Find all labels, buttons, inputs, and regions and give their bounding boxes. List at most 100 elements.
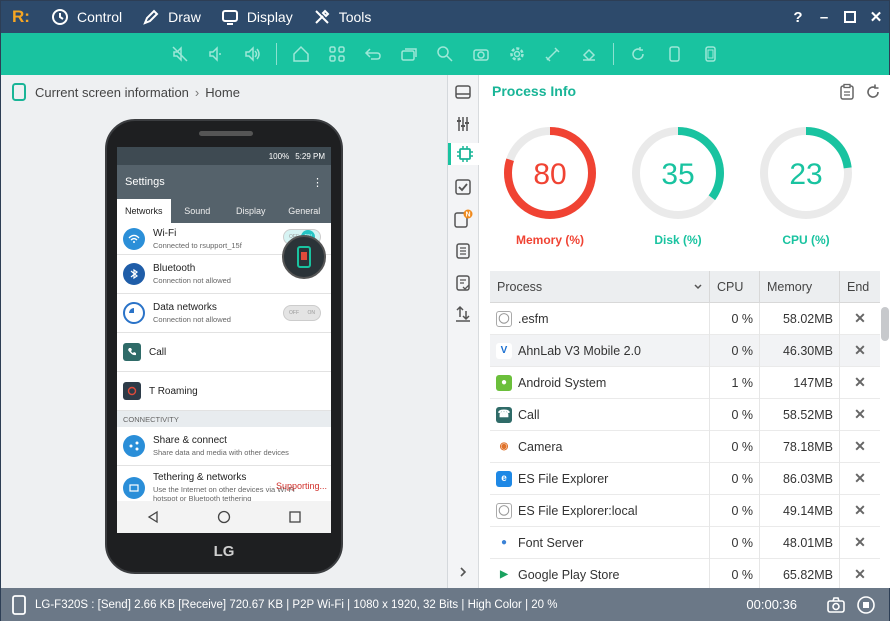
nav-recent-icon[interactable] [288,510,302,524]
status-bar: LG-F320S : [Send] 2.66 KB [Receive] 720.… [1,588,889,621]
help-button[interactable]: ? [785,1,811,33]
phone-screen[interactable]: 100% 5:29 PM Settings ⋮ Networks Sound D… [117,147,331,533]
phone-fit-icon[interactable] [692,33,728,75]
checklist-icon[interactable] [452,272,474,294]
end-process-button[interactable]: ✕ [840,559,880,591]
table-row[interactable]: ● Android System 1 % 147MB ✕ [490,366,880,399]
tab-sound[interactable]: Sound [171,199,225,223]
table-row[interactable]: ▶ Google Play Store 0 % 65.82MB ✕ [490,558,880,591]
cell-process: ◯ .esfm [490,302,710,335]
generic-app-icon: ◯ [496,310,512,327]
setting-data-networks[interactable]: Data networks Connection not allowed OFF O… [117,294,331,333]
es-app-icon: e [496,470,512,487]
table-scrollbar[interactable] [881,307,889,341]
column-process[interactable]: Process [490,270,710,303]
storage-icon[interactable] [452,81,474,103]
tab-display[interactable]: Display [224,199,278,223]
nav-back-icon[interactable] [146,510,160,524]
nav-home-icon[interactable] [217,510,231,524]
setting-call[interactable]: Call [117,333,331,372]
table-row[interactable]: V AhnLab V3 Mobile 2.0 0 % 46.30MB ✕ [490,334,880,367]
table-row[interactable]: ◉ Camera 0 % 78.18MB ✕ [490,430,880,463]
settings-tabs: Networks Sound Display General [117,199,331,223]
clipboard-icon[interactable] [838,83,856,101]
cell-cpu: 0 % [710,526,760,559]
end-process-button[interactable]: ✕ [840,463,880,495]
phone-portrait-icon[interactable] [656,33,692,75]
cell-cpu: 0 % [710,462,760,495]
setting-share-connect[interactable]: Share & connect Share data and media with… [117,427,331,466]
end-process-button[interactable]: ✕ [840,367,880,399]
menu-control[interactable]: Control [41,1,132,33]
close-icon: ✕ [854,502,866,518]
maximize-button[interactable] [837,1,863,33]
close-icon: ✕ [854,438,866,454]
process-chip-icon[interactable] [448,143,479,165]
more-vert-icon[interactable]: ⋮ [312,176,323,189]
rotate-icon[interactable] [620,33,656,75]
phone-icon [12,594,26,615]
back-icon[interactable] [355,33,391,75]
floating-remote-button[interactable] [282,235,326,279]
search-icon[interactable] [427,33,463,75]
table-row[interactable]: e ES File Explorer 0 % 86.03MB ✕ [490,462,880,495]
camera-icon[interactable] [463,33,499,75]
end-process-button[interactable]: ✕ [840,399,880,431]
apps-icon[interactable] [319,33,355,75]
document-icon[interactable] [452,240,474,262]
settings-gear-icon[interactable] [499,33,535,75]
svg-text:N: N [465,212,470,219]
setting-roaming[interactable]: T Roaming [117,372,331,411]
transfer-icon[interactable] [452,303,474,325]
end-process-button[interactable]: ✕ [840,431,880,463]
cell-process: ◯ ES File Explorer:local [490,494,710,527]
app-notify-icon[interactable]: N [452,208,474,230]
end-process-button[interactable]: ✕ [840,495,880,527]
checkbox-icon[interactable] [452,176,474,198]
gauge-value: 80 [533,158,566,191]
phone-icon [297,246,311,268]
table-row[interactable]: ◯ .esfm 0 % 58.02MB ✕ [490,302,880,335]
volume-down-icon[interactable] [198,33,234,75]
menu-display[interactable]: Display [211,1,303,33]
tab-general[interactable]: General [278,199,332,223]
screenshot-button[interactable] [821,596,851,614]
menu-draw[interactable]: Draw [132,1,211,33]
mute-icon[interactable] [162,33,198,75]
menu-tools[interactable]: Tools [303,1,382,33]
refresh-icon[interactable] [864,83,882,101]
app-logo: R: [12,7,30,26]
cell-process: ● Font Server [490,526,710,559]
brush-icon[interactable] [535,33,571,75]
cell-cpu: 0 % [710,430,760,463]
volume-up-icon[interactable] [234,33,270,75]
eraser-icon[interactable] [571,33,607,75]
sliders-icon[interactable] [452,113,474,135]
end-process-button[interactable]: ✕ [840,527,880,559]
process-name: AhnLab V3 Mobile 2.0 [518,343,642,358]
end-process-button[interactable]: ✕ [840,303,880,335]
end-process-button[interactable]: ✕ [840,335,880,367]
column-cpu[interactable]: CPU [710,270,760,303]
minimize-button[interactable]: – [811,1,837,33]
breadcrumb-root[interactable]: Current screen information [35,85,189,100]
settings-title: Settings [125,176,165,188]
data-toggle[interactable]: OFF ON [283,305,321,321]
home-icon[interactable] [283,33,319,75]
chevron-right-icon[interactable] [452,561,474,583]
gauge-value: 23 [789,158,822,191]
table-row[interactable]: ◯ ES File Explorer:local 0 % 49.14MB ✕ [490,494,880,527]
column-memory[interactable]: Memory [760,270,840,303]
breadcrumb-current: Home [205,84,240,100]
breadcrumb: Current screen information › Home [11,83,240,101]
process-name: ES File Explorer:local [518,503,638,518]
table-row[interactable]: ☎ Call 0 % 58.52MB ✕ [490,398,880,431]
close-button[interactable]: ✕ [863,1,889,33]
tab-networks[interactable]: Networks [117,199,171,223]
record-button[interactable] [851,595,881,615]
recent-apps-icon[interactable] [391,33,427,75]
table-row[interactable]: ● Font Server 0 % 48.01MB ✕ [490,526,880,559]
column-end[interactable]: End [840,271,880,303]
phone-speaker [199,131,253,136]
gauge-label: CPU (%) [782,233,830,247]
